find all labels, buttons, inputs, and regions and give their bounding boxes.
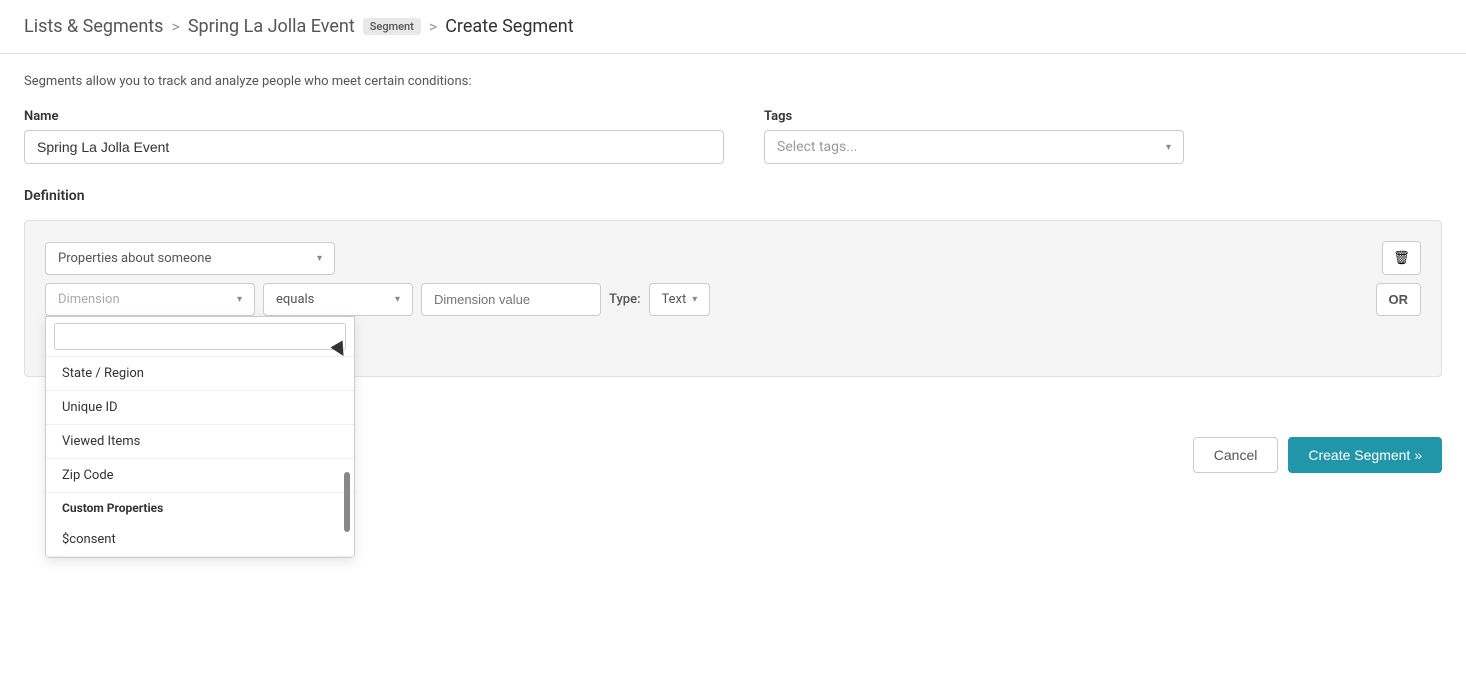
equals-value: equals bbox=[276, 292, 314, 307]
dropdown-item-viewed-items[interactable]: Viewed Items bbox=[46, 425, 354, 459]
dropdown-search-input[interactable] bbox=[54, 323, 346, 350]
tags-chevron-icon: ▾ bbox=[1166, 142, 1171, 153]
properties-chevron-icon: ▾ bbox=[317, 253, 322, 264]
equals-dropdown[interactable]: equals ▾ bbox=[263, 283, 413, 316]
dropdown-group-custom: Custom Properties bbox=[46, 493, 354, 523]
tags-dropdown[interactable]: Select tags... ▾ bbox=[764, 130, 1184, 164]
name-input[interactable] bbox=[24, 130, 724, 164]
dimension-placeholder: Dimension bbox=[58, 292, 120, 307]
breadcrumb-create: Create Segment bbox=[445, 16, 573, 37]
type-value: Text bbox=[662, 292, 687, 307]
scrollbar[interactable] bbox=[344, 472, 350, 532]
type-label: Type: bbox=[609, 292, 641, 307]
properties-value: Properties about someone bbox=[58, 251, 211, 266]
main-content: Segments allow you to track and analyze … bbox=[0, 54, 1466, 397]
tags-placeholder: Select tags... bbox=[777, 139, 857, 155]
dropdown-item-unique-id[interactable]: Unique ID bbox=[46, 391, 354, 425]
type-dropdown[interactable]: Text ▾ bbox=[649, 283, 711, 316]
page-description: Segments allow you to track and analyze … bbox=[24, 74, 1442, 89]
trash-icon: 🗑 bbox=[1393, 250, 1410, 266]
breadcrumb-event[interactable]: Spring La Jolla Event bbox=[188, 16, 355, 37]
dimension-dropdown[interactable]: Dimension ▾ bbox=[45, 283, 255, 316]
breadcrumb-sep2: > bbox=[429, 17, 437, 36]
dimension-chevron-icon: ▾ bbox=[237, 294, 242, 305]
delete-condition-button[interactable]: 🗑 bbox=[1382, 241, 1421, 275]
dropdown-item-zip[interactable]: Zip Code bbox=[46, 459, 354, 493]
form-row: Name Tags Select tags... ▾ bbox=[24, 109, 1442, 164]
segment-badge: Segment bbox=[363, 18, 421, 35]
dropdown-item-consent[interactable]: $consent bbox=[46, 523, 354, 557]
definition-title: Definition bbox=[24, 188, 1442, 204]
name-label: Name bbox=[24, 109, 724, 124]
tags-group: Tags Select tags... ▾ bbox=[764, 109, 1184, 164]
dimension-value-input[interactable] bbox=[421, 283, 601, 316]
or-button[interactable]: OR bbox=[1376, 283, 1422, 316]
tags-label: Tags bbox=[764, 109, 1184, 124]
condition-row-properties: Properties about someone ▾ 🗑 bbox=[45, 241, 1421, 275]
dimension-dropdown-menu: State / Region Unique ID Viewed Items Zi… bbox=[45, 316, 355, 558]
name-group: Name bbox=[24, 109, 724, 164]
equals-chevron-icon: ▾ bbox=[395, 294, 400, 305]
breadcrumb-sep1: > bbox=[171, 17, 179, 36]
properties-dropdown[interactable]: Properties about someone ▾ bbox=[45, 242, 335, 275]
definition-area: Properties about someone ▾ 🗑 Dimension ▾ bbox=[24, 220, 1442, 377]
breadcrumb-lists[interactable]: Lists & Segments bbox=[24, 16, 163, 37]
dropdown-search-area bbox=[46, 317, 354, 357]
create-segment-button[interactable]: Create Segment » bbox=[1288, 437, 1442, 473]
type-chevron-icon: ▾ bbox=[692, 294, 697, 305]
cancel-button[interactable]: Cancel bbox=[1193, 437, 1279, 473]
dropdown-item-state[interactable]: State / Region bbox=[46, 357, 354, 391]
condition-row-dimension: Dimension ▾ State / Region Unique ID bbox=[45, 283, 1421, 316]
breadcrumb: Lists & Segments > Spring La Jolla Event… bbox=[0, 0, 1466, 54]
